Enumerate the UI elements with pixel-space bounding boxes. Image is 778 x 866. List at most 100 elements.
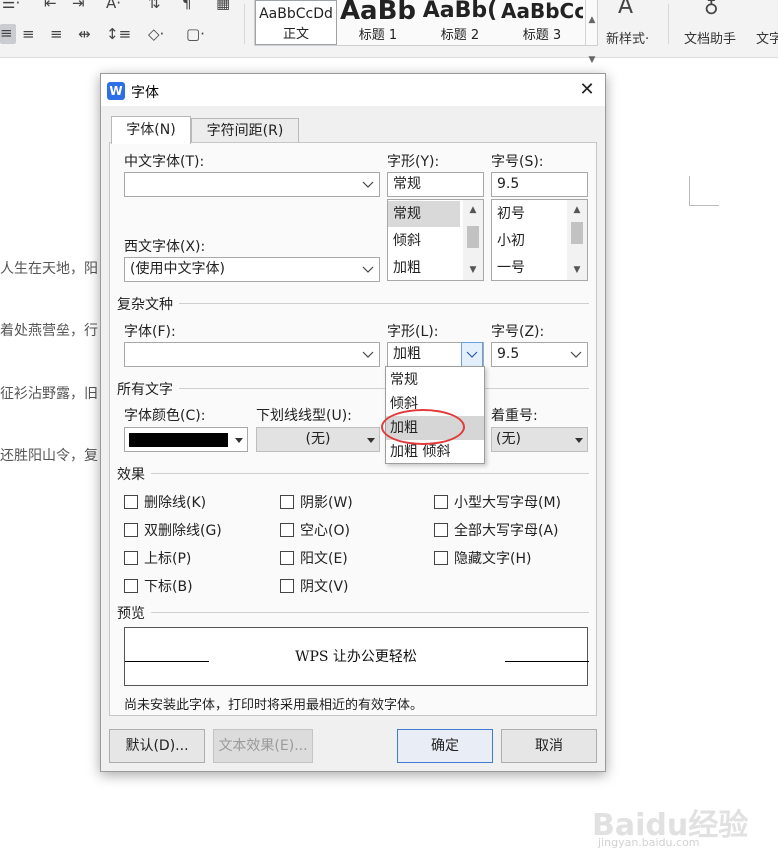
emphasis-value: (无) (496, 431, 521, 447)
section-divider (151, 612, 589, 613)
small-caps-checkbox[interactable]: 小型大写字母(M) (434, 492, 561, 512)
tab-font[interactable]: 字体(N) (111, 116, 191, 144)
underline-combo[interactable]: (无) (256, 427, 380, 452)
sort-icon[interactable]: ⇅ (148, 0, 161, 12)
scroll-down-icon[interactable]: ▼ (463, 262, 483, 278)
style-scrollbar[interactable]: ▲ ▼ (463, 200, 483, 280)
complex-style-value: 加粗 (393, 346, 421, 362)
underline-label: 下划线线型(U): (256, 408, 352, 424)
caret-down-icon (575, 438, 583, 443)
baidu-watermark-url: jingyan.baidu.com (598, 836, 700, 849)
text-effects-button[interactable]: 文本效果(E)... (213, 729, 313, 763)
chevron-down-icon (362, 266, 374, 273)
dropdown-option-regular[interactable]: 常规 (386, 368, 484, 392)
strikethrough-checkbox[interactable]: 删除线(K) (124, 492, 206, 512)
underline-value: (无) (305, 431, 331, 447)
highlight-annotation-ellipse (381, 409, 465, 445)
emphasis-combo[interactable]: (无) (491, 427, 588, 452)
page-corner-mark (689, 176, 719, 206)
emphasis-label: 着重号: (491, 408, 538, 424)
list-item[interactable]: 加粗 (388, 255, 460, 280)
subscript-checkbox[interactable]: 下标(B) (124, 576, 193, 596)
style-gallery: AaBbCcDd 正文 AaBb 标题 1 AaBb( 标题 2 AaBbCc … (254, 0, 598, 65)
preview-section-title: 预览 (117, 606, 145, 622)
default-button[interactable]: 默认(D)... (109, 729, 205, 763)
document-line: 征衫沾野露，旧 (0, 386, 98, 402)
size-scrollbar[interactable]: ▲ ▼ (567, 200, 587, 280)
list-item[interactable]: 小初 (492, 228, 564, 254)
scroll-down-icon[interactable]: ▼ (567, 262, 587, 278)
scroll-thumb[interactable] (467, 226, 479, 248)
outline-checkbox[interactable]: 空心(O) (280, 520, 350, 540)
section-divider (179, 303, 589, 304)
style-label: 字形(Y): (387, 154, 440, 170)
double-strikethrough-checkbox[interactable]: 双删除线(G) (124, 520, 222, 540)
style-heading-2[interactable]: AaBb( 标题 2 (419, 0, 501, 45)
western-font-combo[interactable]: (使用中文字体) (124, 257, 380, 282)
text-direction-icon[interactable]: A· (106, 0, 121, 12)
superscript-checkbox[interactable]: 上标(P) (124, 548, 191, 568)
hidden-text-checkbox[interactable]: 隐藏文字(H) (434, 548, 531, 568)
table-borders-icon[interactable]: ▢· (186, 25, 205, 43)
align-left-icon[interactable]: ≡ (0, 24, 16, 44)
doc-assistant-button[interactable]: 文档助手 (684, 28, 736, 47)
complex-size-label: 字号(Z): (491, 324, 545, 340)
new-style-button[interactable]: 新样式· (606, 28, 649, 47)
borders-icon[interactable]: ▦ (216, 0, 230, 12)
ribbon-separator (244, 4, 245, 44)
ribbon-toolbar: ☰· ⇤ ⇥ A· ⇅ ¶ ▦ ≡ ≡ ≡ ⇹ ↕≡ ◇· ▢· AaBbCcD… (0, 0, 778, 65)
size-input[interactable]: 9.5 (491, 172, 588, 197)
complex-size-combo[interactable]: 9.5 (491, 342, 588, 367)
text-tools-button[interactable]: 文字 (756, 28, 778, 47)
section-divider (151, 473, 589, 474)
style-heading-1[interactable]: AaBb 标题 1 (337, 0, 419, 45)
complex-style-label: 字形(L): (387, 324, 439, 340)
increase-indent-icon[interactable]: ⇥ (72, 0, 85, 12)
chinese-font-combo[interactable] (124, 172, 380, 197)
size-listbox[interactable]: 初号 小初 一号 ▲ ▼ (491, 199, 588, 281)
font-color-label: 字体颜色(C): (124, 408, 206, 424)
tab-character-spacing[interactable]: 字符间距(R) (191, 118, 299, 143)
bullet-list-icon[interactable]: ☰· (2, 0, 20, 12)
align-right-icon[interactable]: ≡ (50, 25, 63, 43)
chevron-down-icon (570, 351, 582, 358)
ok-button[interactable]: 确定 (397, 729, 493, 763)
complex-style-combo[interactable]: 加粗 (387, 342, 484, 367)
list-item[interactable]: 初号 (492, 201, 564, 227)
scroll-up-icon[interactable]: ▲ (463, 202, 483, 218)
size-label: 字号(S): (491, 154, 544, 170)
justify-icon[interactable]: ⇹ (78, 25, 91, 43)
all-caps-checkbox[interactable]: 全部大写字母(A) (434, 520, 559, 540)
style-input[interactable]: 常规 (387, 172, 484, 197)
emboss-checkbox[interactable]: 阳文(E) (280, 548, 348, 568)
western-font-value: (使用中文字体) (130, 261, 225, 277)
close-icon[interactable]: ✕ (577, 80, 597, 100)
scroll-up-icon[interactable]: ▲ (567, 202, 587, 218)
complex-font-combo[interactable] (124, 342, 380, 367)
gallery-scroll-icon[interactable]: ▲ ▼ (585, 0, 598, 65)
shadow-checkbox[interactable]: 阴影(W) (280, 492, 353, 512)
font-color-combo[interactable] (124, 427, 248, 452)
list-item[interactable]: 一号 (492, 255, 564, 280)
wps-app-icon: W (107, 82, 125, 100)
line-spacing-icon[interactable]: ↕≡ (106, 25, 131, 43)
show-marks-icon[interactable]: ¶ (182, 0, 192, 12)
style-listbox[interactable]: 常规 倾斜 加粗 ▲ ▼ (387, 199, 484, 281)
style-normal[interactable]: AaBbCcDd 正文 (255, 0, 337, 45)
font-color-swatch (129, 433, 228, 447)
dialog-titlebar[interactable]: W 字体 ✕ (101, 74, 605, 106)
complex-size-value: 9.5 (497, 346, 520, 362)
cancel-button[interactable]: 取消 (501, 729, 597, 763)
align-center-icon[interactable]: ≡ (22, 25, 35, 43)
chinese-font-label: 中文字体(T): (124, 154, 205, 170)
style-heading-3[interactable]: AaBbCc 标题 3 (501, 0, 583, 45)
shading-icon[interactable]: ◇· (148, 25, 164, 43)
font-missing-note: 尚未安装此字体，打印时将采用最相近的有效字体。 (124, 698, 424, 713)
list-item[interactable]: 常规 (388, 201, 460, 227)
dialog-title: 字体 (131, 85, 159, 101)
decrease-indent-icon[interactable]: ⇤ (44, 0, 57, 12)
scroll-thumb[interactable] (571, 222, 583, 244)
complex-font-label: 字体(F): (124, 324, 176, 340)
list-item[interactable]: 倾斜 (388, 228, 460, 254)
engrave-checkbox[interactable]: 阴文(V) (280, 576, 349, 596)
